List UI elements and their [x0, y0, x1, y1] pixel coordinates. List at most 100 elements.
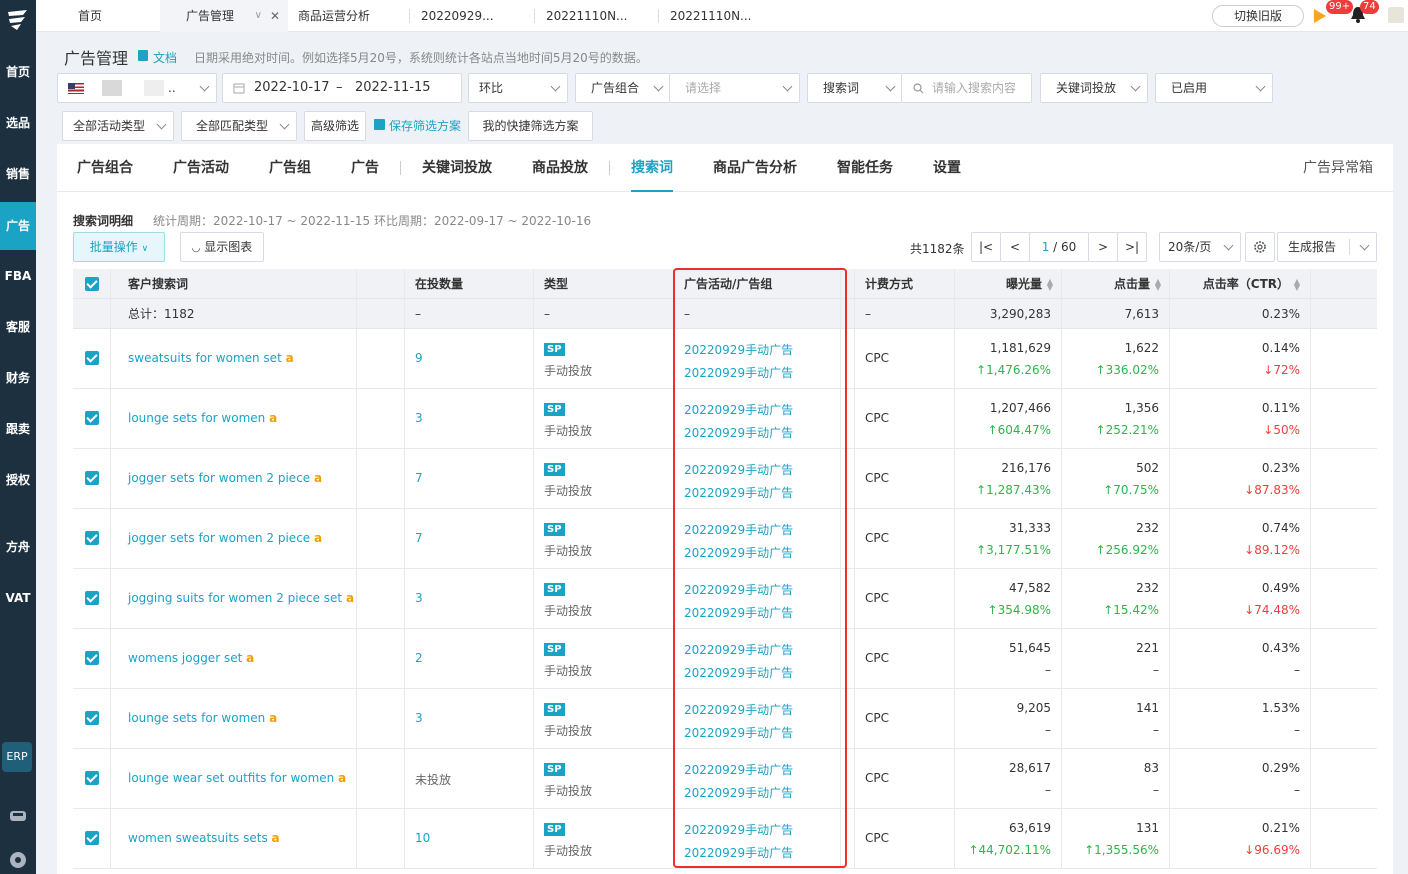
table-row[interactable]: lounge sets for women a 3 SP 手动投放 20220929手动… — [73, 389, 1377, 449]
campaign-link[interactable]: 20220929手动广告 — [684, 701, 793, 718]
compare-select[interactable]: 环比 — [468, 73, 568, 103]
next-page-button[interactable]: > — [1088, 232, 1118, 262]
tab-ad-20220929[interactable]: 20220929... — [421, 0, 531, 32]
amazon-icon[interactable]: a — [272, 831, 280, 845]
tab-ad-portfolio[interactable]: 广告组合 — [77, 144, 133, 192]
tab-ad-20221110-a[interactable]: 20221110N... — [546, 0, 658, 32]
page-size-select[interactable]: 20条/页 — [1159, 232, 1241, 262]
date-range-picker[interactable]: 2022-10-17 – 2022-11-15 — [222, 73, 462, 103]
avatar[interactable] — [1388, 7, 1404, 23]
tab-ad-management[interactable]: 广告管理 ∨ ✕ — [160, 0, 288, 32]
campaign-link[interactable]: 20220929手动广告 — [684, 581, 793, 598]
close-icon[interactable]: ✕ — [270, 0, 280, 32]
ad-group-link[interactable]: 20220929手动广告 — [684, 364, 793, 381]
ad-group-link[interactable]: 20220929手动广告 — [684, 544, 793, 561]
batch-operation-button[interactable]: 批量操作 ∨ — [73, 232, 165, 262]
switch-old-version-button[interactable]: 切换旧版 — [1212, 5, 1304, 27]
tab-product-ad-analysis[interactable]: 商品广告分析 — [713, 144, 797, 192]
amazon-icon[interactable]: a — [346, 591, 354, 605]
abnormal-box-link[interactable]: 广告异常箱 — [1303, 144, 1373, 192]
tab-home[interactable]: 首页 — [36, 0, 160, 32]
row-checkbox[interactable] — [85, 711, 99, 725]
keyword-type-select[interactable]: 关键词投放 — [1040, 73, 1148, 103]
row-checkbox[interactable] — [85, 831, 99, 845]
campaign-link[interactable]: 20220929手动广告 — [684, 761, 793, 778]
table-row[interactable]: sweatsuits for women set a 9 SP 手动投放 2022092… — [73, 329, 1377, 389]
ad-group-link[interactable]: 20220929手动广告 — [684, 664, 793, 681]
row-checkbox[interactable] — [85, 651, 99, 665]
sidebar-item-auth[interactable]: 授权 — [0, 458, 36, 502]
search-term-link[interactable]: jogger sets for women 2 piece a — [128, 471, 322, 485]
search-type-select[interactable]: 搜索词 — [807, 73, 902, 103]
sidebar-item-finance[interactable]: 财务 — [0, 356, 36, 400]
sidebar-item-selection[interactable]: 选品 — [0, 101, 36, 145]
sidebar-item-sales[interactable]: 销售 — [0, 152, 36, 196]
campaign-link[interactable]: 20220929手动广告 — [684, 521, 793, 538]
status-select[interactable]: 已启用 — [1155, 73, 1273, 103]
col-search-term[interactable]: 客户搜索词 — [111, 269, 357, 298]
row-checkbox[interactable] — [85, 351, 99, 365]
targeting-count[interactable]: 3 — [415, 411, 423, 425]
tab-search-terms[interactable]: 搜索词 — [631, 144, 673, 192]
campaign-link[interactable]: 20220929手动广告 — [684, 641, 793, 658]
row-checkbox[interactable] — [85, 771, 99, 785]
match-type-select[interactable]: 全部匹配类型 — [181, 111, 297, 141]
table-row[interactable]: womens jogger set a 2 SP 手动投放 20220929手动广告 20… — [73, 629, 1377, 689]
date-start[interactable]: 2022-10-17 — [254, 74, 330, 102]
amazon-icon[interactable]: a — [246, 651, 254, 665]
first-page-button[interactable]: |< — [971, 232, 1001, 262]
group-select[interactable]: 请选择 — [669, 73, 800, 103]
search-term-link[interactable]: lounge sets for women a — [128, 711, 277, 725]
col-billing[interactable]: 计费方式 — [855, 269, 955, 298]
help-icon[interactable] — [8, 850, 28, 870]
current-page[interactable]: 1 — [1042, 240, 1050, 254]
amazon-icon[interactable]: a — [269, 711, 277, 725]
row-checkbox[interactable] — [85, 411, 99, 425]
ad-group-link[interactable]: 20220929手动广告 — [684, 724, 793, 741]
targeting-count[interactable]: 3 — [415, 711, 423, 725]
campaign-link[interactable]: 20220929手动广告 — [684, 401, 793, 418]
sort-icon[interactable]: ▲ ▼ — [1153, 277, 1161, 291]
app-logo-icon[interactable] — [5, 6, 31, 34]
table-row[interactable]: lounge wear set outfits for women a 未投放 SP… — [73, 749, 1377, 809]
row-checkbox[interactable] — [85, 591, 99, 605]
campaign-link[interactable]: 20220929手动广告 — [684, 461, 793, 478]
group-type-select[interactable]: 广告组合 — [575, 73, 670, 103]
targeting-count[interactable]: 2 — [415, 651, 423, 665]
date-end[interactable]: 2022-11-15 — [355, 74, 431, 102]
table-row[interactable]: jogging suits for women 2 piece set a 3 SP… — [73, 569, 1377, 629]
sidebar-item-ads[interactable]: 广告 — [0, 202, 36, 250]
sidebar-item-vat[interactable]: VAT — [0, 576, 36, 620]
amazon-icon[interactable]: a — [286, 351, 294, 365]
targeting-count[interactable]: 9 — [415, 351, 423, 365]
sidebar-item-fba[interactable]: FBA — [0, 254, 36, 298]
targeting-count[interactable]: 未投放 — [415, 771, 451, 788]
search-input[interactable]: 请输入搜索内容 — [901, 73, 1032, 103]
sidebar-item-service[interactable]: 客服 — [0, 305, 36, 349]
my-scheme-button[interactable]: 我的快捷筛选方案 — [468, 111, 593, 141]
campaign-link[interactable]: 20220929手动广告 — [684, 821, 793, 838]
tab-product-analysis[interactable]: 商品运营分析 — [298, 0, 410, 32]
store-select[interactable]: .. — [57, 73, 217, 103]
targeting-count[interactable]: 3 — [415, 591, 423, 605]
amazon-icon[interactable]: a — [269, 411, 277, 425]
ad-group-link[interactable]: 20220929手动广告 — [684, 844, 793, 861]
sidebar-item-ark[interactable]: 方舟 — [0, 525, 36, 569]
chevron-down-icon[interactable]: ∨ — [255, 0, 262, 32]
show-chart-button[interactable]: ◡ 显示图表 — [180, 232, 264, 262]
car-icon[interactable] — [8, 806, 28, 826]
ad-group-link[interactable]: 20220929手动广告 — [684, 424, 793, 441]
row-checkbox[interactable] — [85, 471, 99, 485]
sort-icon[interactable]: ▲ ▼ — [1292, 277, 1300, 291]
select-all-checkbox[interactable] — [85, 277, 99, 291]
col-count[interactable]: 在投数量 — [405, 269, 534, 298]
column-settings-button[interactable] — [1245, 232, 1275, 262]
amazon-icon[interactable]: a — [314, 531, 322, 545]
save-scheme-link[interactable]: 保存筛选方案 — [389, 117, 461, 134]
col-clicks[interactable]: 点击量 ▲ ▼ — [1062, 269, 1170, 298]
tab-campaign[interactable]: 广告活动 — [173, 144, 229, 192]
sidebar-item-home[interactable]: 首页 — [0, 50, 36, 94]
tab-keyword-targeting[interactable]: 关键词投放 — [422, 144, 492, 192]
tab-product-targeting[interactable]: 商品投放 — [532, 144, 588, 192]
sort-icon[interactable]: ▲ ▼ — [1045, 277, 1053, 291]
